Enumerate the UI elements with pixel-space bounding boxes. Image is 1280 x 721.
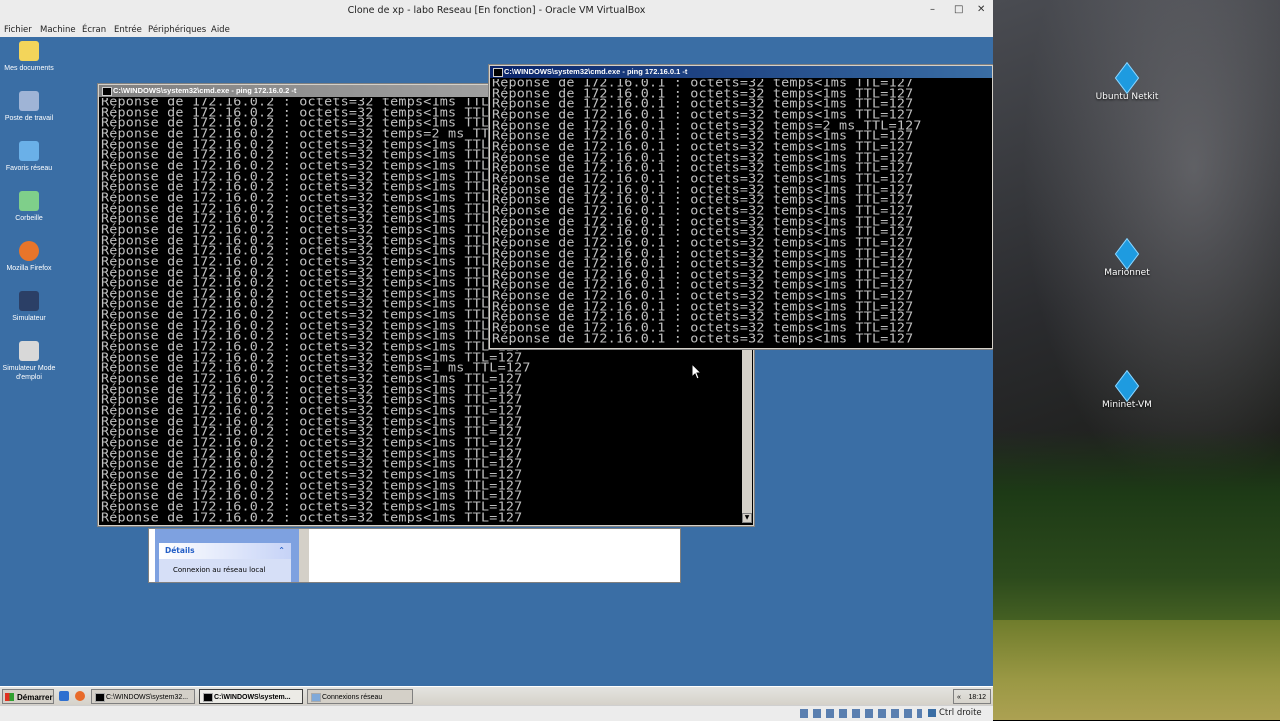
cmd-title: C:\WINDOWS\system32\cmd.exe - ping 172.1… xyxy=(113,86,297,95)
virtualbox-statusbar: Ctrl droite xyxy=(0,705,993,721)
host-icon-mininet-vm[interactable]: Mininet-VM xyxy=(1092,369,1162,410)
task-pane: Détails ⌃ Connexion au réseau local xyxy=(155,529,309,582)
host-key-label: Ctrl droite xyxy=(939,708,982,718)
desktop-icon-label: Simulateur xyxy=(12,315,46,322)
details-item: Connexion au réseau local xyxy=(159,559,291,582)
desktop-icon-poste-de-travail[interactable]: Poste de travail xyxy=(2,91,56,123)
clock: 18:12 xyxy=(968,694,986,701)
desktop-icon-firefox[interactable]: Mozilla Firefox xyxy=(2,241,56,273)
chevron-up-icon[interactable]: ⌃ xyxy=(278,543,285,559)
simulator-icon xyxy=(19,291,39,311)
desktop-icon-label: Mozilla Firefox xyxy=(6,265,52,272)
console-line: Réponse de 172.16.0.2 : octets=32 temps<… xyxy=(101,510,523,523)
desktop-icon-label: Mes documents xyxy=(4,65,54,72)
virtualbox-title: Clone de xp - labo Reseau [En fonction] … xyxy=(347,5,646,16)
menu-aide[interactable]: Aide xyxy=(211,25,230,35)
taskbar-task-cmd-1[interactable]: C:\WINDOWS\system32... xyxy=(91,689,195,704)
details-section-header[interactable]: Détails ⌃ xyxy=(159,543,291,559)
menu-entree[interactable]: Entrée xyxy=(114,25,142,35)
menu-fichier[interactable]: Fichier xyxy=(4,25,32,35)
network-icon xyxy=(311,693,321,702)
console-icon xyxy=(102,87,112,96)
host-icon-marionnet[interactable]: Marionnet xyxy=(1092,237,1162,278)
console-output[interactable]: Réponse de 172.16.0.1 : octets=32 temps<… xyxy=(492,79,990,346)
show-desktop-icon[interactable] xyxy=(59,691,69,701)
host-desktop: Ubuntu Netkit Marionnet Mininet-VM xyxy=(993,0,1280,720)
desktop-icon-mes-documents[interactable]: Mes documents xyxy=(2,41,56,73)
taskbar-task-connexions-reseau[interactable]: Connexions réseau xyxy=(307,689,413,704)
device-status-icons[interactable] xyxy=(800,709,922,718)
host-icon-ubuntu-netkit[interactable]: Ubuntu Netkit xyxy=(1092,61,1162,102)
close-button[interactable]: ✕ xyxy=(977,4,985,15)
network-icon xyxy=(19,141,39,161)
windows-flag-icon xyxy=(5,693,14,701)
virtualbox-menubar: Fichier Machine Écran Entrée Périphériqu… xyxy=(0,24,993,37)
tray-expand-icon[interactable]: « xyxy=(954,690,961,705)
recycle-bin-icon xyxy=(19,191,39,211)
host-key-icon xyxy=(928,709,936,717)
menu-ecran[interactable]: Écran xyxy=(82,25,106,35)
virtualbox-window: Clone de xp - labo Reseau [En fonction] … xyxy=(0,0,993,721)
desktop-icon-label: Simulateur Mode d'emploi xyxy=(2,365,56,381)
document-icon xyxy=(19,341,39,361)
task-pane-scrollbar[interactable] xyxy=(299,529,309,582)
connection-name: Connexion au réseau local xyxy=(173,566,266,574)
cmd-titlebar[interactable]: C:\WINDOWS\system32\cmd.exe - ping 172.1… xyxy=(490,66,992,78)
firefox-icon xyxy=(19,241,39,261)
mouse-cursor-icon xyxy=(692,364,702,380)
wallpaper-meadow xyxy=(993,620,1280,720)
start-button[interactable]: Démarrer xyxy=(2,689,54,704)
maximize-button[interactable]: □ xyxy=(954,4,963,15)
desktop-icon-label: Corbeille xyxy=(15,215,43,222)
console-icon xyxy=(95,693,105,702)
task-label: C:\WINDOWS\system... xyxy=(214,694,291,701)
desktop-icon-label: Favoris réseau xyxy=(5,165,53,172)
cmd-title: C:\WINDOWS\system32\cmd.exe - ping 172.1… xyxy=(504,67,688,76)
console-line: Réponse de 172.16.0.1 : octets=32 temps<… xyxy=(492,331,914,346)
minimize-button[interactable]: – xyxy=(930,4,935,15)
details-title: Détails xyxy=(165,546,195,555)
console-icon xyxy=(493,68,503,77)
scroll-down-icon[interactable]: ▼ xyxy=(742,513,752,523)
taskbar-task-cmd-2[interactable]: C:\WINDOWS\system... xyxy=(199,689,303,704)
network-connections-window: Détails ⌃ Connexion au réseau local xyxy=(148,528,681,583)
task-label: Connexions réseau xyxy=(322,694,383,701)
virtualbox-titlebar[interactable]: Clone de xp - labo Reseau [En fonction] … xyxy=(0,0,993,25)
desktop-icon-corbeille[interactable]: Corbeille xyxy=(2,191,56,223)
taskbar: Démarrer C:\WINDOWS\system32... C:\WINDO… xyxy=(0,686,993,705)
system-tray: « 18:12 xyxy=(953,689,991,704)
menu-machine[interactable]: Machine xyxy=(40,25,76,35)
desktop-icon-simulateur[interactable]: Simulateur xyxy=(2,291,56,323)
desktop-icon-simulateur-mode-emploi[interactable]: Simulateur Mode d'emploi xyxy=(2,341,56,382)
computer-icon xyxy=(19,91,39,111)
guest-desktop: Mes documents Poste de travail Favoris r… xyxy=(0,37,993,705)
wallpaper-forest xyxy=(993,430,1280,640)
desktop-icon-label: Poste de travail xyxy=(4,115,54,122)
desktop-icon-favoris-reseau[interactable]: Favoris réseau xyxy=(2,141,56,173)
cmd-window-ping-172-16-0-1[interactable]: C:\WINDOWS\system32\cmd.exe - ping 172.1… xyxy=(489,65,993,349)
menu-peripheriques[interactable]: Périphériques xyxy=(148,25,206,35)
firefox-quicklaunch-icon[interactable] xyxy=(75,691,85,701)
console-icon xyxy=(203,693,213,702)
start-label: Démarrer xyxy=(17,693,53,702)
task-label: C:\WINDOWS\system32... xyxy=(106,694,189,701)
folder-icon xyxy=(19,41,39,61)
